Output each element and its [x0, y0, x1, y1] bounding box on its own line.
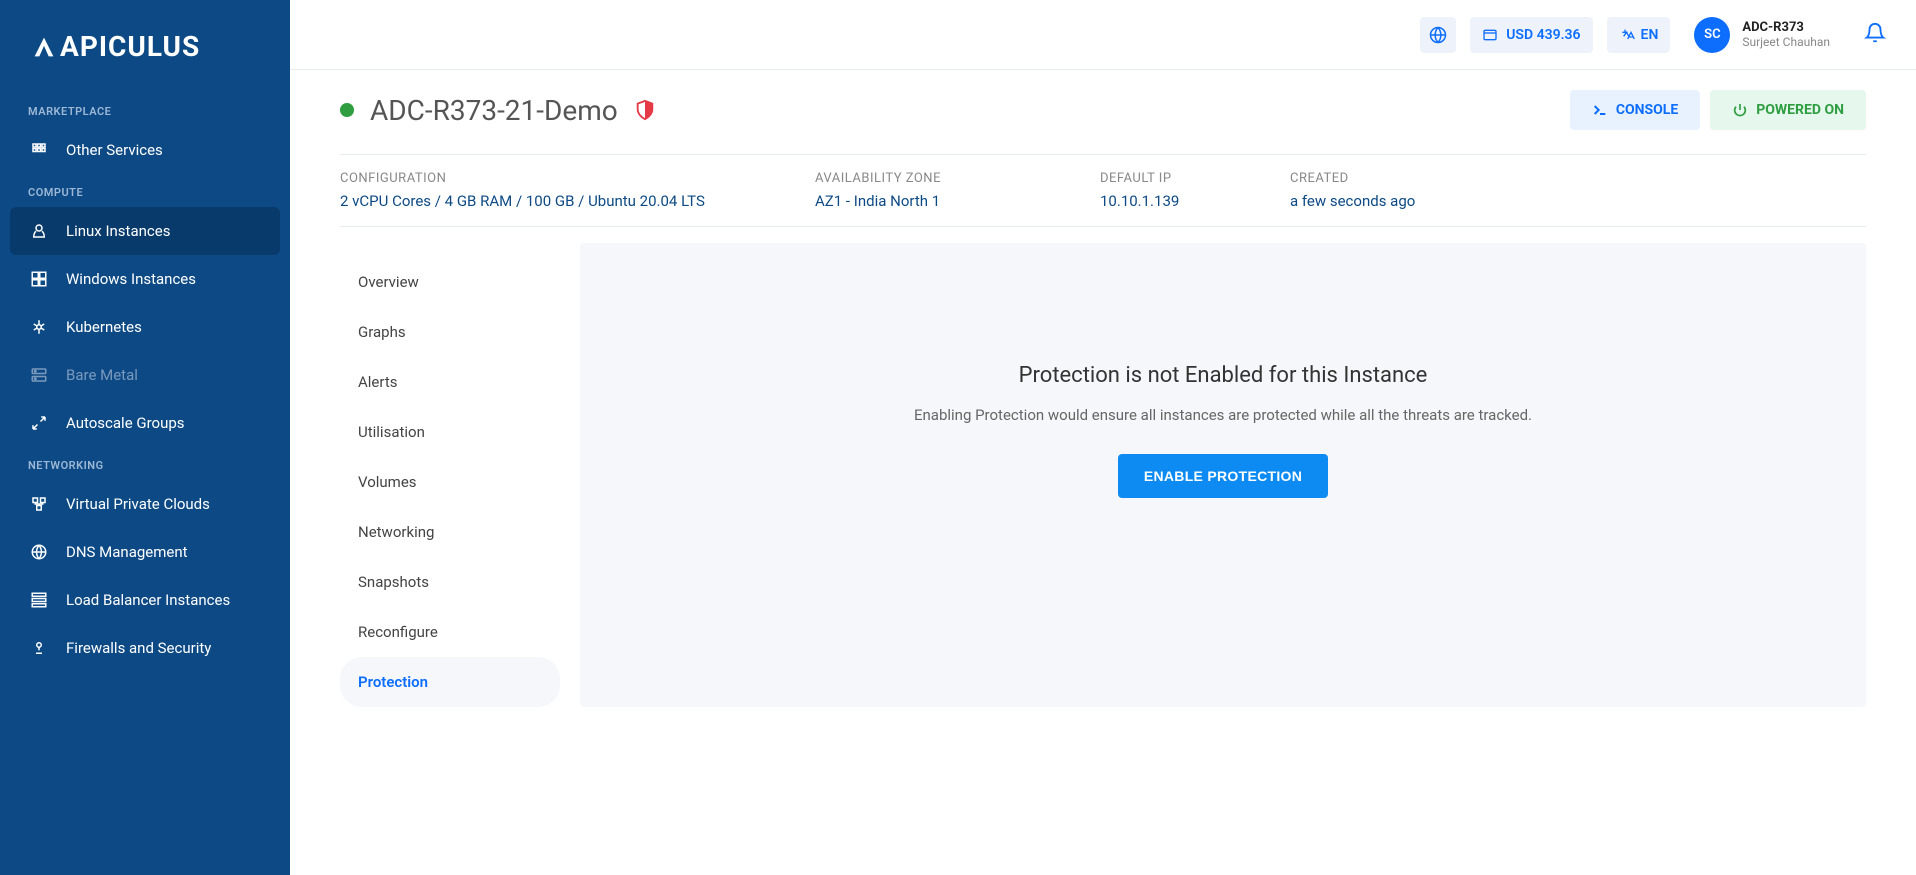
sidebar: APICULUS MARKETPLACE Other Services COMPUT…: [0, 0, 290, 875]
az-label: AVAILABILITY ZONE: [815, 171, 1060, 186]
globe-button[interactable]: [1420, 17, 1456, 53]
language-button[interactable]: EN: [1607, 17, 1671, 53]
user-info: ADC-R373 Surjeet Chauhan: [1742, 20, 1830, 49]
config-label: CONFIGURATION: [340, 171, 775, 186]
sidebar-item-firewalls-and-security[interactable]: Firewalls and Security: [0, 624, 290, 672]
shield-alert-icon: [634, 99, 656, 121]
linux-icon: [28, 220, 50, 242]
brand-logo[interactable]: APICULUS: [0, 20, 290, 93]
console-label: CONSOLE: [1616, 102, 1678, 118]
protection-panel: Protection is not Enabled for this Insta…: [580, 243, 1866, 707]
user-name: Surjeet Chauhan: [1742, 35, 1830, 49]
notifications-button[interactable]: [1864, 22, 1886, 48]
bell-icon: [1864, 22, 1886, 44]
firewall-icon: [28, 637, 50, 659]
sidebar-item-label: Bare Metal: [66, 366, 138, 384]
language-text: EN: [1641, 27, 1659, 43]
sidebar-item-label: Other Services: [66, 141, 163, 159]
windows-icon: [28, 268, 50, 290]
sidebar-item-label: Firewalls and Security: [66, 639, 211, 657]
wallet-icon: [1482, 27, 1498, 43]
tab-volumes[interactable]: Volumes: [340, 457, 560, 507]
tab-protection[interactable]: Protection: [340, 657, 560, 707]
avatar: SC: [1694, 17, 1730, 53]
user-menu[interactable]: SC ADC-R373 Surjeet Chauhan: [1694, 17, 1830, 53]
user-code: ADC-R373: [1742, 20, 1830, 35]
main-area: USD 439.36 EN SC ADC-R373 Surjeet Chauha…: [290, 0, 1916, 875]
tab-alerts[interactable]: Alerts: [340, 357, 560, 407]
sidebar-item-kubernetes[interactable]: Kubernetes: [0, 303, 290, 351]
autoscale-icon: [28, 412, 50, 434]
tab-overview[interactable]: Overview: [340, 257, 560, 307]
dns-icon: [28, 541, 50, 563]
balance-text: USD 439.36: [1506, 27, 1580, 43]
balance-button[interactable]: USD 439.36: [1470, 17, 1592, 53]
sidebar-item-autoscale-groups[interactable]: Autoscale Groups: [0, 399, 290, 447]
sidebar-item-label: DNS Management: [66, 543, 188, 561]
section-label: NETWORKING: [0, 447, 290, 480]
panel-subtitle: Enabling Protection would ensure all ins…: [914, 406, 1532, 424]
sidebar-item-virtual-private-clouds[interactable]: Virtual Private Clouds: [0, 480, 290, 528]
sidebar-item-label: Kubernetes: [66, 318, 142, 336]
panel-title: Protection is not Enabled for this Insta…: [1019, 363, 1428, 388]
tab-reconfigure[interactable]: Reconfigure: [340, 607, 560, 657]
config-value[interactable]: 2 vCPU Cores / 4 GB RAM / 100 GB / Ubunt…: [340, 192, 775, 210]
brand-name: APICULUS: [60, 30, 200, 63]
lb-icon: [28, 589, 50, 611]
instance-tabs: OverviewGraphsAlertsUtilisationVolumesNe…: [340, 243, 560, 707]
sidebar-item-bare-metal: Bare Metal: [0, 351, 290, 399]
content-area: ADC-R373-21-Demo CONSOLE POWERED ON: [290, 70, 1916, 875]
instance-title: ADC-R373-21-Demo: [370, 94, 618, 127]
instance-meta-row: CONFIGURATION 2 vCPU Cores / 4 GB RAM / …: [340, 154, 1866, 227]
vpc-icon: [28, 493, 50, 515]
sidebar-item-dns-management[interactable]: DNS Management: [0, 528, 290, 576]
created-label: CREATED: [1290, 171, 1415, 186]
tab-snapshots[interactable]: Snapshots: [340, 557, 560, 607]
translate-icon: [1619, 27, 1635, 43]
created-value: a few seconds ago: [1290, 192, 1415, 210]
sidebar-item-other-services[interactable]: Other Services: [0, 126, 290, 174]
sidebar-item-load-balancer-instances[interactable]: Load Balancer Instances: [0, 576, 290, 624]
power-label: POWERED ON: [1756, 102, 1844, 118]
ip-value[interactable]: 10.10.1.139: [1100, 192, 1250, 210]
tab-utilisation[interactable]: Utilisation: [340, 407, 560, 457]
instance-header: ADC-R373-21-Demo CONSOLE POWERED ON: [340, 90, 1866, 130]
tab-networking[interactable]: Networking: [340, 507, 560, 557]
sidebar-item-linux-instances[interactable]: Linux Instances: [10, 207, 280, 255]
topbar: USD 439.36 EN SC ADC-R373 Surjeet Chauha…: [290, 0, 1916, 70]
terminal-icon: [1592, 102, 1608, 118]
status-dot-running: [340, 103, 354, 117]
power-button[interactable]: POWERED ON: [1710, 90, 1866, 130]
sidebar-item-label: Load Balancer Instances: [66, 591, 230, 609]
globe-icon: [1429, 26, 1447, 44]
console-button[interactable]: CONSOLE: [1570, 90, 1700, 130]
grid-icon: [28, 139, 50, 161]
power-icon: [1732, 102, 1748, 118]
az-value[interactable]: AZ1 - India North 1: [815, 192, 1060, 210]
sidebar-item-label: Virtual Private Clouds: [66, 495, 210, 513]
ip-label: DEFAULT IP: [1100, 171, 1250, 186]
server-icon: [28, 364, 50, 386]
sidebar-item-label: Windows Instances: [66, 270, 196, 288]
tab-graphs[interactable]: Graphs: [340, 307, 560, 357]
logo-icon: [30, 33, 58, 61]
kube-icon: [28, 316, 50, 338]
sidebar-item-label: Linux Instances: [66, 222, 170, 240]
section-label: COMPUTE: [0, 174, 290, 207]
enable-protection-button[interactable]: ENABLE PROTECTION: [1118, 454, 1328, 498]
sidebar-item-windows-instances[interactable]: Windows Instances: [0, 255, 290, 303]
section-label: MARKETPLACE: [0, 93, 290, 126]
sidebar-item-label: Autoscale Groups: [66, 414, 185, 432]
